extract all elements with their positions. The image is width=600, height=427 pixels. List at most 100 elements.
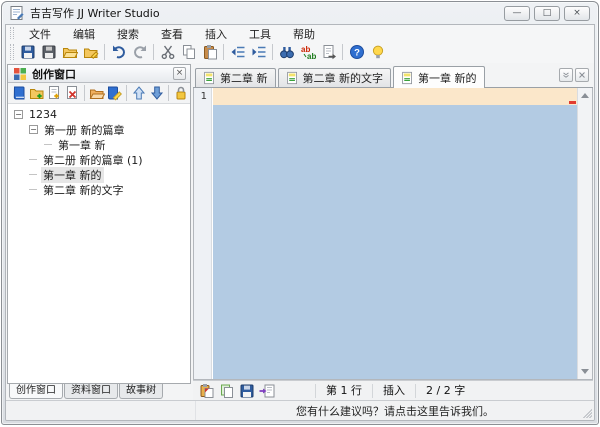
svg-text:ab: ab [307, 52, 316, 60]
find-doc-button[interactable] [318, 42, 339, 62]
find-doc-icon [321, 44, 337, 60]
tree-item[interactable]: 第一章 新的 [8, 167, 190, 182]
find-button[interactable] [276, 42, 297, 62]
panel-tab[interactable]: 创作窗口 [9, 384, 63, 399]
tree-item-label: 第一章 新 [56, 137, 108, 153]
redo-button[interactable] [129, 42, 150, 62]
menu-item-2[interactable]: 搜索 [106, 28, 150, 41]
editor-tab[interactable]: 第二章 新 [195, 68, 276, 87]
new-chapter-button[interactable] [45, 83, 63, 103]
undo-button[interactable] [108, 42, 129, 62]
tree-connector [29, 189, 37, 190]
tree-item-label: 第二章 新的文字 [41, 182, 126, 198]
close-button[interactable]: × [564, 6, 590, 21]
toolbar-separator [223, 44, 224, 60]
help-icon: ? [349, 44, 365, 60]
menu-bar: 文件编辑搜索查看插入工具帮助 [6, 25, 594, 41]
help-button[interactable]: ? [346, 42, 367, 62]
open-folder-button[interactable] [59, 42, 80, 62]
menu-item-6[interactable]: 帮助 [282, 28, 326, 41]
toolbar-separator [104, 44, 105, 60]
tree-item[interactable]: 第一章 新 [8, 137, 190, 152]
delete-item-button[interactable] [63, 83, 81, 103]
doc-icon [286, 71, 299, 85]
project-tree: −1234−第一册 新的篇章第一章 新第二册 新的篇章 (1)第一章 新的第二章… [8, 104, 190, 383]
menu-item-0[interactable]: 文件 [18, 28, 62, 41]
material-copy-button[interactable] [217, 382, 237, 400]
menu-item-5[interactable]: 工具 [238, 28, 282, 41]
tab-list-button[interactable] [559, 68, 573, 82]
panel-tab[interactable]: 故事树 [119, 384, 163, 399]
new-chapter-icon [46, 85, 62, 101]
scroll-down-icon[interactable] [578, 364, 592, 379]
edit-item-button[interactable] [105, 83, 123, 103]
menu-item-3[interactable]: 查看 [150, 28, 194, 41]
tree-item[interactable]: 第二章 新的文字 [8, 182, 190, 197]
tree-item[interactable]: −1234 [8, 107, 190, 122]
menu-item-4[interactable]: 插入 [194, 28, 238, 41]
panel-tab[interactable]: 资料窗口 [64, 384, 118, 399]
undo-icon [111, 44, 127, 60]
save-all-button[interactable] [38, 42, 59, 62]
toolbar-grip[interactable] [10, 44, 14, 60]
editor-content[interactable] [213, 88, 577, 379]
editor-tab[interactable]: 第二章 新的文字 [278, 68, 392, 87]
move-down-icon [149, 85, 165, 101]
new-book-button[interactable] [10, 83, 28, 103]
doc-icon [203, 71, 216, 85]
menubar-grip[interactable] [10, 27, 14, 39]
tip-button[interactable] [367, 42, 388, 62]
paste-button[interactable] [199, 42, 220, 62]
editor-tab[interactable]: 第一章 新的 [393, 66, 485, 88]
tree-expander-icon[interactable]: − [14, 110, 23, 119]
editor-tab-label: 第二章 新的文字 [303, 70, 384, 86]
lock-button[interactable] [172, 83, 190, 103]
window-controls: — □ × [504, 6, 590, 21]
tree-connector [29, 159, 37, 160]
copy-button[interactable] [178, 42, 199, 62]
tab-close-button[interactable] [575, 68, 589, 82]
scroll-up-icon[interactable] [578, 88, 592, 103]
tree-connector [44, 144, 52, 145]
tree-item-label: 第一册 新的篇章 [42, 122, 127, 138]
material-paste-button[interactable] [197, 382, 217, 400]
tree-expander-icon[interactable]: − [29, 125, 38, 134]
indent-button[interactable] [248, 42, 269, 62]
toolbar-separator [168, 85, 169, 101]
editor-panel: 第二章 新 第二章 新的文字 第一章 新的 1 [193, 64, 593, 400]
cut-icon [160, 44, 176, 60]
redo-icon [132, 44, 148, 60]
maximize-button[interactable]: □ [534, 6, 560, 21]
open-item-button[interactable] [88, 83, 106, 103]
resize-grip-icon[interactable] [580, 406, 592, 418]
editor-tab-label: 第一章 新的 [418, 70, 477, 86]
minimize-button[interactable]: — [504, 6, 530, 21]
editor-scrollbar[interactable] [577, 88, 592, 379]
tree-item[interactable]: 第二册 新的篇章 (1) [8, 152, 190, 167]
save-doc-button[interactable] [237, 382, 257, 400]
editor[interactable]: 1 [193, 88, 593, 380]
edit-item-icon [106, 85, 122, 101]
replace-button[interactable]: abab [297, 42, 318, 62]
svg-text:?: ? [354, 48, 360, 59]
feedback-link[interactable]: 您有什么建议吗？请点击这里告诉我们。 [196, 403, 594, 419]
export-doc-button[interactable] [257, 382, 277, 400]
move-up-button[interactable] [130, 83, 148, 103]
doc-icon [401, 71, 414, 85]
open-item-icon [89, 85, 105, 101]
window-title: 吉吉写作 JJ Writer Studio [30, 5, 160, 21]
panel-close-button[interactable]: × [173, 67, 186, 80]
panel-icon [12, 66, 28, 82]
tip-icon [370, 44, 386, 60]
new-volume-button[interactable] [28, 83, 46, 103]
save-all-icon [41, 44, 57, 60]
menu-item-1[interactable]: 编辑 [62, 28, 106, 41]
outdent-button[interactable] [227, 42, 248, 62]
status-insert-mode: 插入 [373, 381, 415, 401]
folder-edit-button[interactable] [80, 42, 101, 62]
save-button[interactable] [17, 42, 38, 62]
outdent-icon [230, 44, 246, 60]
tree-item[interactable]: −第一册 新的篇章 [8, 122, 190, 137]
cut-button[interactable] [157, 42, 178, 62]
move-down-button[interactable] [148, 83, 166, 103]
